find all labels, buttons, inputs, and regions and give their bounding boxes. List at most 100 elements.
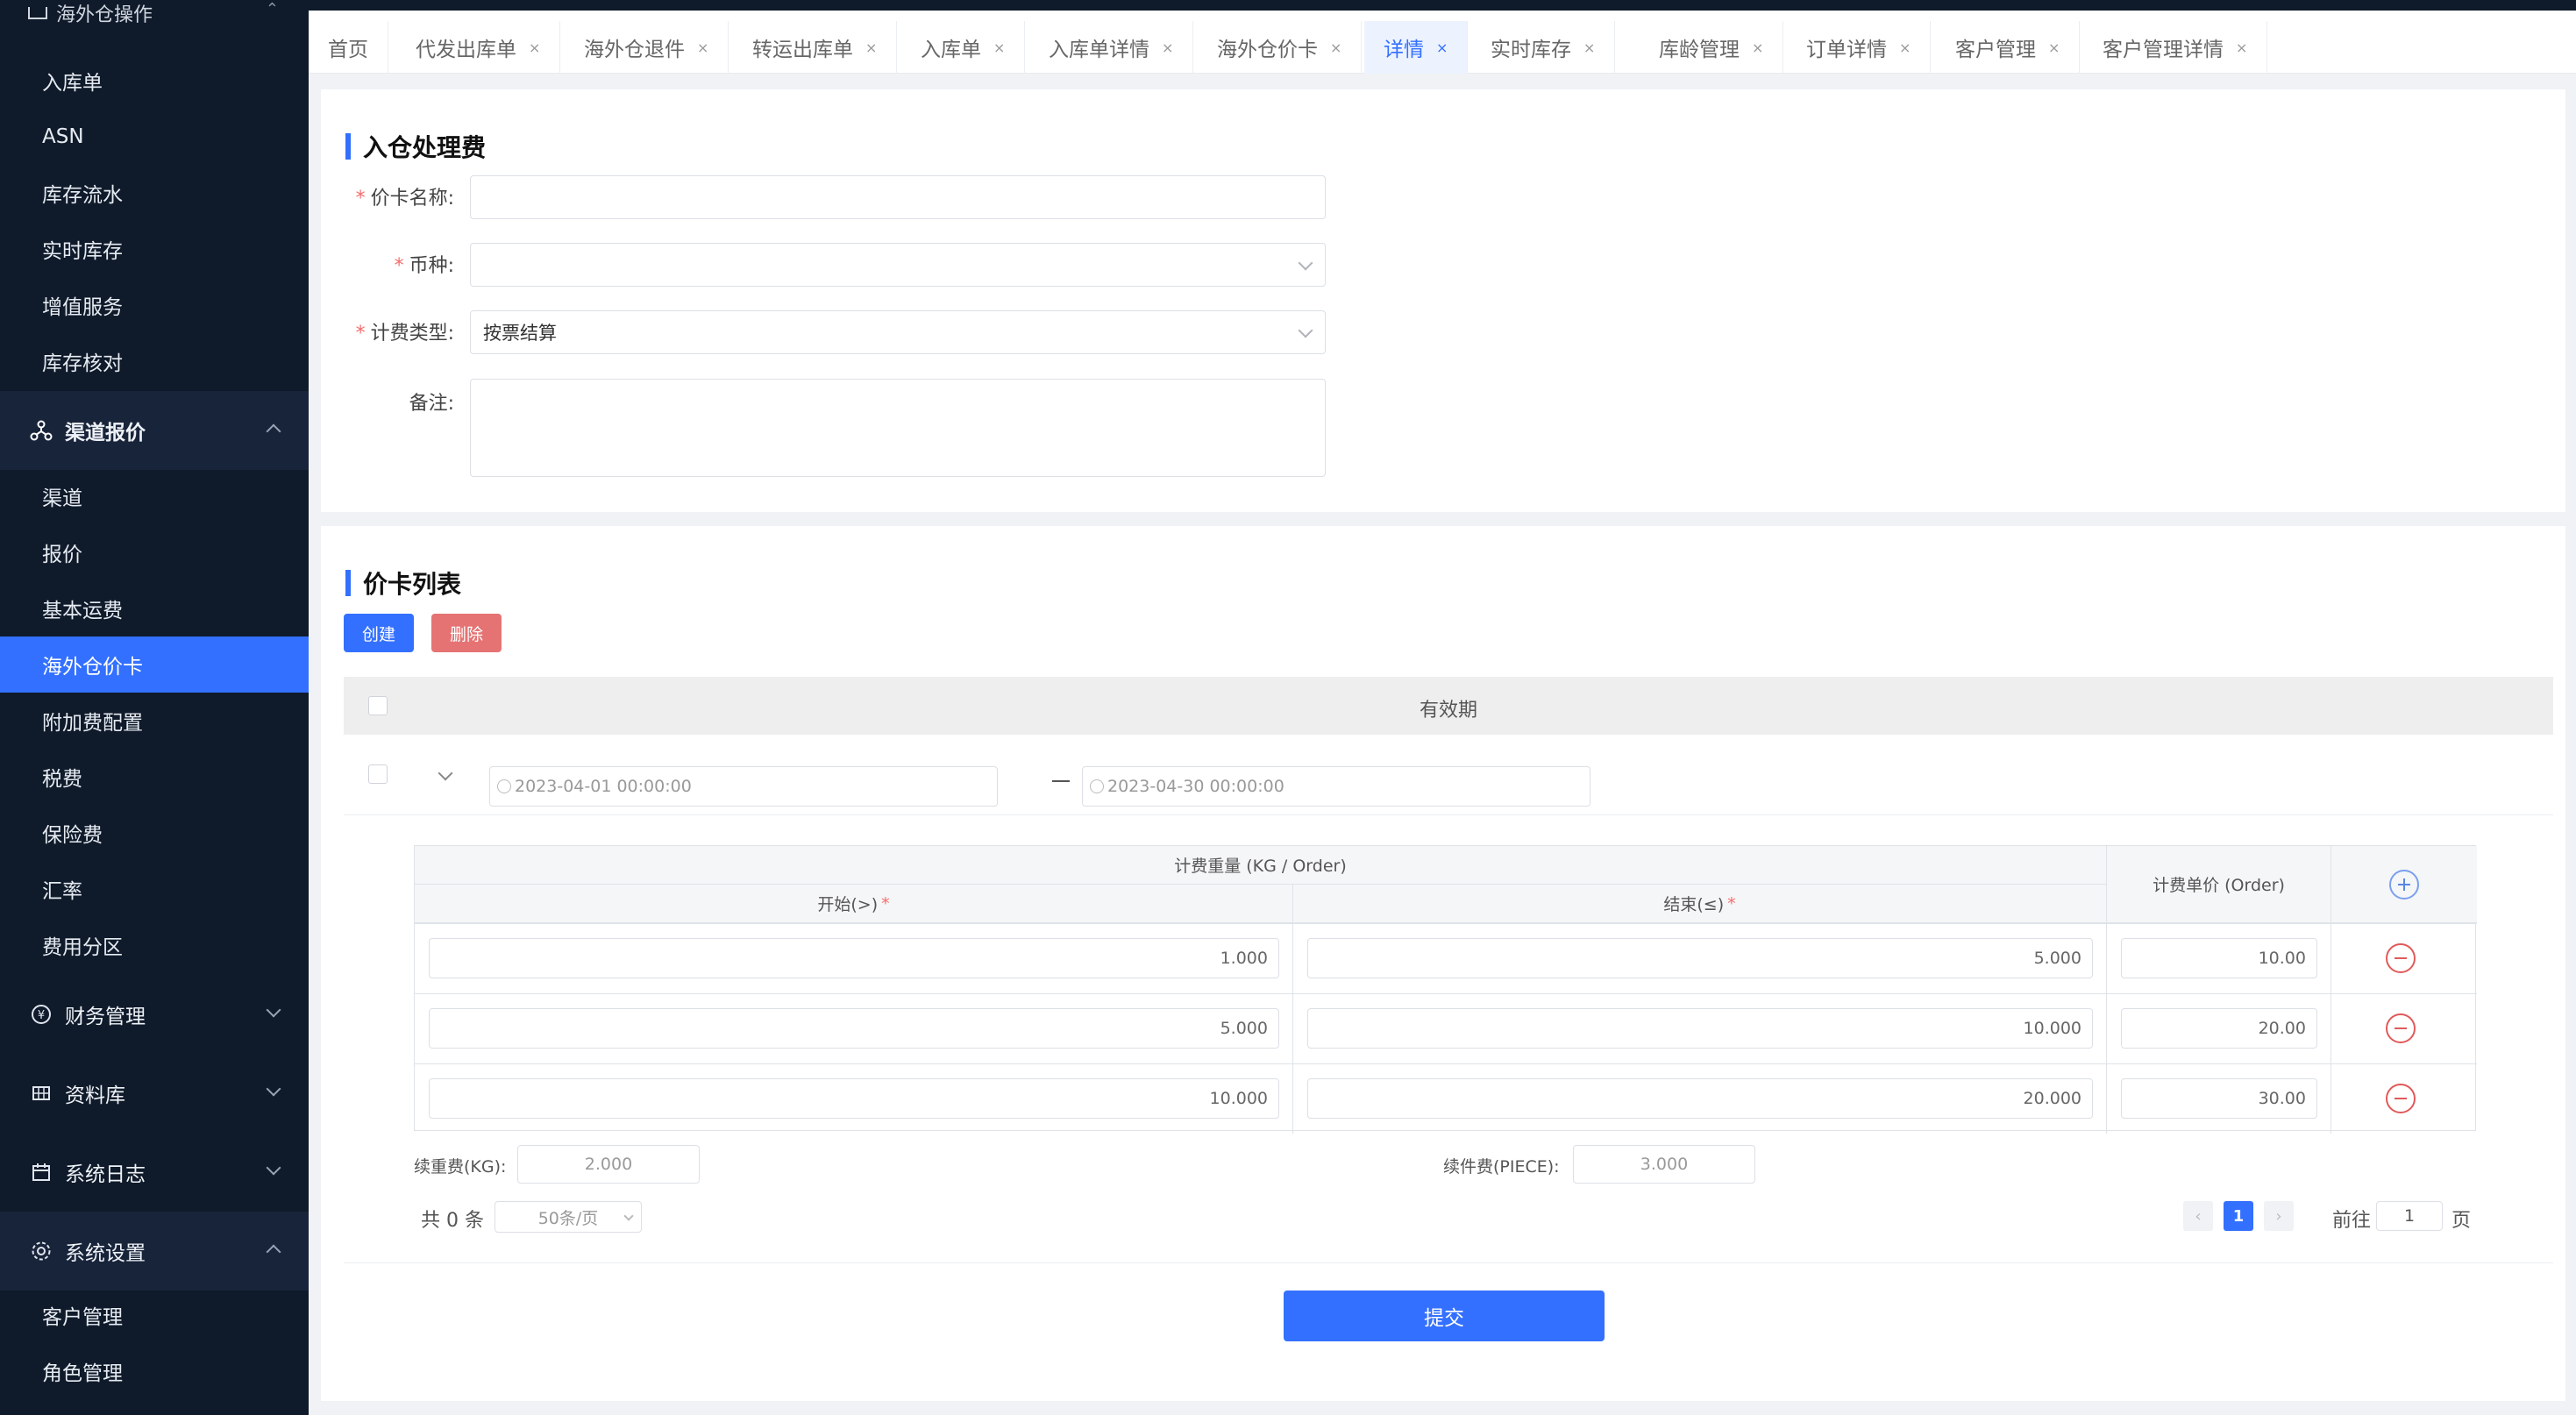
sidebar-item[interactable]: 增值服务 bbox=[0, 277, 309, 333]
sidebar-group-settings[interactable]: 系统设置 bbox=[0, 1212, 309, 1291]
goto-page-input[interactable]: 1 bbox=[2376, 1201, 2443, 1231]
chevron-down-icon[interactable] bbox=[438, 765, 453, 781]
extra-weight-input[interactable]: 2.000 bbox=[517, 1145, 700, 1184]
tab[interactable]: 客户管理 × bbox=[1936, 21, 2081, 74]
tab-label: 代发出库单 bbox=[416, 39, 516, 61]
tab[interactable]: 入库单 × bbox=[901, 21, 1026, 74]
sidebar-item-label: 实时库存 bbox=[42, 240, 123, 263]
unit-price-input[interactable]: 10.00 bbox=[2121, 938, 2317, 978]
sidebar-item[interactable]: 渠道 bbox=[0, 468, 309, 524]
close-icon[interactable]: × bbox=[2236, 39, 2247, 56]
sidebar-item[interactable]: 报价 bbox=[0, 524, 309, 580]
page-size-select[interactable]: 50条/页 bbox=[495, 1201, 642, 1233]
sidebar-group-label: 财务管理 bbox=[65, 1006, 146, 1028]
sidebar-group-logs[interactable]: 系统日志 bbox=[0, 1133, 309, 1212]
tab-label: 入库单详情 bbox=[1049, 39, 1149, 61]
section-title: 价卡列表 bbox=[345, 568, 461, 599]
chevron-up-icon bbox=[266, 1244, 281, 1260]
plus-circle-icon[interactable] bbox=[2389, 869, 2419, 899]
close-icon[interactable]: × bbox=[993, 39, 1005, 56]
tab[interactable]: 库龄管理 × bbox=[1640, 21, 1784, 74]
sidebar-group-materials[interactable]: 资料库 bbox=[0, 1054, 309, 1133]
page-button-current[interactable]: 1 bbox=[2224, 1201, 2253, 1231]
create-button[interactable]: 创建 bbox=[344, 614, 414, 652]
tab[interactable]: 海外仓价卡 × bbox=[1198, 21, 1363, 74]
start-weight-input[interactable]: 5.000 bbox=[429, 1008, 1279, 1049]
weight-header: 计费重量 (KG / Order) bbox=[415, 846, 2107, 885]
chevron-up-icon bbox=[266, 423, 281, 439]
start-weight-input[interactable]: 1.000 bbox=[429, 938, 1279, 978]
tab[interactable]: 实时库存 × bbox=[1471, 21, 1616, 74]
sidebar-item[interactable]: 基本运费 bbox=[0, 580, 309, 636]
sidebar-item[interactable]: 库存流水 bbox=[0, 165, 309, 221]
sidebar-item[interactable]: 附加费配置 bbox=[0, 693, 309, 749]
sidebar-item[interactable]: 海外仓价卡 bbox=[0, 636, 309, 693]
sidebar-item[interactable]: 库存核对 bbox=[0, 333, 309, 389]
tab[interactable]: 首页 bbox=[309, 21, 388, 74]
date-start-input[interactable]: 2023-04-01 00:00:00 bbox=[489, 766, 998, 807]
card-name-input[interactable] bbox=[470, 175, 1326, 219]
close-icon[interactable]: × bbox=[1899, 39, 1911, 56]
close-icon[interactable]: × bbox=[865, 39, 877, 56]
start-weight-input[interactable]: 10.000 bbox=[429, 1078, 1279, 1119]
end-weight-input[interactable]: 10.000 bbox=[1307, 1008, 2093, 1049]
tab-label: 库龄管理 bbox=[1659, 39, 1740, 61]
tab-label: 首页 bbox=[328, 39, 368, 61]
sidebar: 海外仓操作 ⌃ 入库单 ASN 库存流水 实时库存 增值服务 库存核对 渠道报价 渠道 报价… bbox=[0, 0, 309, 1415]
remark-textarea[interactable] bbox=[470, 379, 1326, 477]
end-weight-input[interactable]: 20.000 bbox=[1307, 1078, 2093, 1119]
submit-button[interactable]: 提交 bbox=[1284, 1291, 1605, 1341]
close-icon[interactable]: × bbox=[1583, 39, 1595, 56]
sidebar-item[interactable]: ASN bbox=[0, 109, 309, 165]
delete-button[interactable]: 删除 bbox=[431, 614, 502, 652]
sidebar-item[interactable]: 费用分区 bbox=[0, 917, 309, 973]
tab[interactable]: 海外仓退件 × bbox=[565, 21, 729, 74]
currency-select[interactable] bbox=[470, 243, 1326, 287]
sidebar-item[interactable]: 税费 bbox=[0, 749, 309, 805]
close-icon[interactable]: × bbox=[529, 39, 540, 56]
goto-label: 前往 bbox=[2332, 1210, 2372, 1232]
weight-tier-table: 计费重量 (KG / Order) 开始(>) * 结束(≤) * 计费单价 (Or… bbox=[414, 845, 2477, 1134]
remark-label: 备注: bbox=[409, 393, 454, 415]
unit-price-input[interactable]: 20.00 bbox=[2121, 1008, 2317, 1049]
tab-label: 转运出库单 bbox=[752, 39, 853, 61]
sidebar-item[interactable]: 保险费 bbox=[0, 805, 309, 861]
section-title: 入仓处理费 bbox=[345, 132, 486, 162]
tab[interactable]: 入库单详情 × bbox=[1029, 21, 1194, 74]
minus-circle-icon[interactable] bbox=[2386, 943, 2416, 973]
minus-circle-icon[interactable] bbox=[2386, 1013, 2416, 1043]
tab[interactable]: 代发出库单 × bbox=[396, 21, 561, 74]
unit-price-input[interactable]: 30.00 bbox=[2121, 1078, 2317, 1119]
tab-label: 海外仓退件 bbox=[584, 39, 685, 61]
date-end-input[interactable]: 2023-04-30 00:00:00 bbox=[1082, 766, 1590, 807]
end-weight-input[interactable]: 5.000 bbox=[1307, 938, 2093, 978]
tab[interactable]: 转运出库单 × bbox=[733, 21, 898, 74]
prev-page-button[interactable]: ‹ bbox=[2183, 1201, 2213, 1231]
row-checkbox[interactable] bbox=[368, 764, 388, 784]
sidebar-item-label: 渠道 bbox=[42, 487, 82, 510]
extra-piece-input[interactable]: 3.000 bbox=[1573, 1145, 1755, 1184]
sidebar-item[interactable]: 实时库存 bbox=[0, 221, 309, 277]
sidebar-group-warehouse-ops[interactable]: 海外仓操作 ⌃ bbox=[0, 0, 309, 26]
tab[interactable]: 详情 × bbox=[1364, 21, 1469, 74]
close-icon[interactable]: × bbox=[1752, 39, 1763, 56]
sidebar-item[interactable]: 汇率 bbox=[0, 861, 309, 917]
close-icon[interactable]: × bbox=[1330, 39, 1341, 56]
sidebar-item[interactable]: 入库单 bbox=[0, 53, 309, 109]
close-icon[interactable]: × bbox=[1436, 39, 1448, 56]
table-cell bbox=[2331, 1064, 2477, 1134]
sidebar-item[interactable]: 客户管理 bbox=[0, 1287, 309, 1343]
chevron-up-icon: ⌃ bbox=[265, 0, 279, 18]
tab[interactable]: 客户管理详情 × bbox=[2083, 21, 2268, 74]
card-name-label: * 价卡名称: bbox=[355, 188, 454, 210]
sidebar-group-finance[interactable]: ¥ 财务管理 bbox=[0, 975, 309, 1054]
next-page-button[interactable]: › bbox=[2264, 1201, 2294, 1231]
close-icon[interactable]: × bbox=[1162, 39, 1173, 56]
close-icon[interactable]: × bbox=[697, 39, 708, 56]
tab[interactable]: 订单详情 × bbox=[1787, 21, 1932, 74]
sidebar-item[interactable]: 角色管理 bbox=[0, 1343, 309, 1399]
close-icon[interactable]: × bbox=[2048, 39, 2060, 56]
billing-type-select[interactable]: 按票结算 bbox=[470, 310, 1326, 354]
sidebar-group-channel-pricing[interactable]: 渠道报价 bbox=[0, 391, 309, 470]
minus-circle-icon[interactable] bbox=[2386, 1084, 2416, 1113]
